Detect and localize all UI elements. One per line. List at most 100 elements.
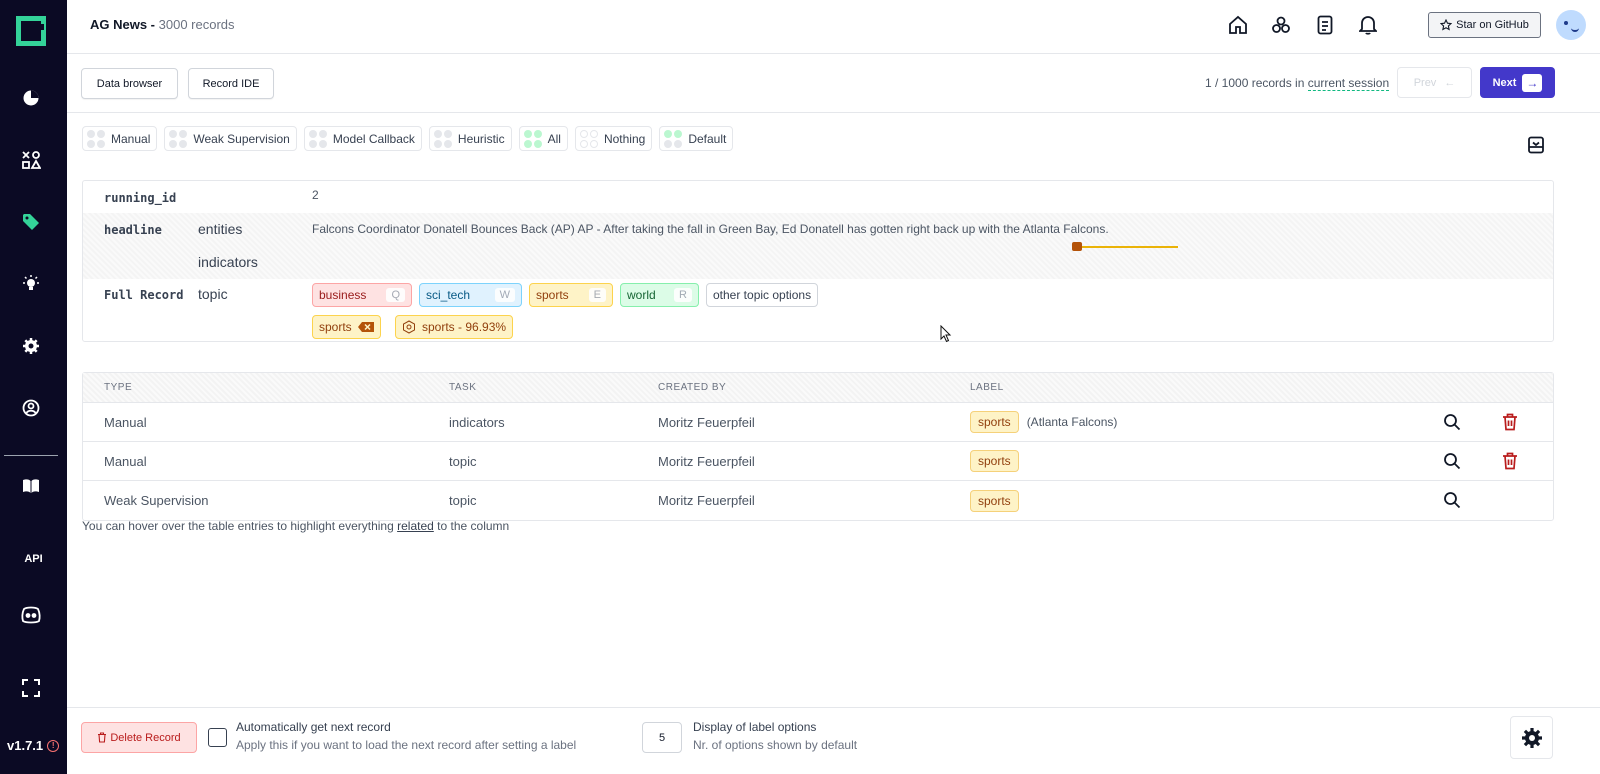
filter-chip[interactable]: Manual	[82, 126, 158, 151]
topic-option-label: sports	[536, 288, 569, 302]
cell-type: Weak Supervision	[104, 493, 209, 508]
trash-icon	[98, 732, 107, 743]
cell-created-by: Moritz Feuerpfeil	[658, 453, 755, 469]
model-icon	[403, 320, 415, 334]
user-circle-icon[interactable]	[19, 396, 43, 420]
current-session-link[interactable]: current session	[1307, 76, 1390, 91]
avatar[interactable]	[1556, 10, 1586, 40]
hotkey-badge: R	[674, 288, 692, 302]
tag-icon[interactable]	[19, 210, 43, 234]
other-topic-options-button[interactable]: other topic options	[706, 283, 819, 307]
table-header: TYPE TASK CREATED BY LABEL	[83, 373, 1553, 403]
search-icon[interactable]	[1442, 451, 1462, 471]
source-dots-icon	[169, 129, 188, 148]
top-bar: AG News - 3000 records Star on GitHub	[67, 0, 1600, 54]
header-type: TYPE	[104, 382, 133, 393]
filter-chip[interactable]: Nothing	[574, 126, 653, 151]
prev-label: Prev	[1413, 76, 1437, 89]
sidebar: API v1.7.1 !	[0, 0, 67, 774]
cell-type: Manual	[104, 453, 147, 469]
label-badge: sports	[970, 450, 1019, 472]
auto-next-title: Automatically get next record	[236, 720, 391, 734]
source-dots-icon	[433, 129, 452, 148]
version-label: v1.7.1 !	[7, 738, 60, 753]
cell-label: sports	[970, 442, 1019, 480]
filter-chip-label: Nothing	[603, 131, 646, 146]
span-annotation-marker[interactable]	[1072, 242, 1178, 251]
hint-related-link[interactable]: related	[397, 519, 434, 533]
hint-before: You can hover over the table entries to …	[82, 519, 394, 533]
set-label-chip[interactable]: sports	[312, 315, 381, 339]
source-dots-icon	[87, 129, 105, 148]
headline-text[interactable]: Falcons Coordinator Donatell Bounces Bac…	[312, 222, 1532, 236]
star-label: Star on GitHub	[1456, 19, 1529, 31]
topic-option-world[interactable]: world R	[620, 283, 699, 307]
shapes-icon[interactable]	[19, 148, 43, 172]
bulb-icon[interactable]	[19, 272, 43, 296]
label-options-count-input[interactable]: 5	[642, 722, 682, 753]
data-browser-button[interactable]: Data browser	[81, 68, 178, 99]
label-badge: sports	[970, 489, 1019, 512]
logo[interactable]	[16, 16, 46, 46]
pie-chart-icon[interactable]	[19, 86, 43, 110]
cell-created-by: Moritz Feuerpfeil	[658, 414, 755, 430]
fullscreen-icon[interactable]	[19, 676, 43, 700]
bell-icon[interactable]	[1357, 14, 1379, 36]
remove-label-icon[interactable]	[357, 322, 374, 332]
search-icon[interactable]	[1442, 490, 1462, 510]
header-task: TASK	[449, 382, 477, 393]
record-ide-button[interactable]: Record IDE	[188, 68, 274, 99]
book-icon[interactable]	[19, 474, 43, 498]
discord-icon[interactable]	[19, 603, 43, 627]
topic-option-sports[interactable]: sports E	[529, 283, 613, 307]
next-button[interactable]: Next →	[1480, 67, 1555, 98]
filter-chip[interactable]: Default	[659, 126, 734, 151]
prev-button[interactable]: Prev ←	[1397, 67, 1472, 98]
topic-option-sci-tech[interactable]: sci_tech W	[419, 283, 522, 307]
table-row[interactable]: Manual indicators Moritz Feuerpfeil sports (…	[83, 403, 1553, 442]
header-label: LABEL	[970, 382, 1004, 393]
cell-type: Manual	[104, 414, 147, 430]
headline-key: headline	[104, 223, 162, 237]
prediction-chip[interactable]: sports - 96.93%	[395, 315, 514, 339]
trash-icon[interactable]	[1500, 451, 1520, 471]
star-on-github-button[interactable]: Star on GitHub	[1428, 12, 1541, 38]
filter-chip[interactable]: All	[518, 126, 568, 151]
topic-option-label: sci_tech	[426, 288, 471, 302]
hotkey-badge: Q	[386, 288, 405, 302]
label-table: TYPE TASK CREATED BY LABEL Manual indicat…	[82, 372, 1554, 521]
task-indicators: indicators	[198, 254, 258, 270]
session-prefix: 1 / 1000 records in	[1205, 76, 1305, 90]
settings-icon[interactable]	[19, 334, 43, 358]
cell-task: topic	[449, 453, 477, 469]
community-icon[interactable]	[1270, 14, 1292, 36]
source-dots-icon	[523, 129, 542, 148]
filter-chip[interactable]: Model Callback	[303, 126, 422, 151]
trash-icon[interactable]	[1500, 412, 1520, 432]
settings-button[interactable]	[1510, 716, 1553, 759]
topic-option-business[interactable]: business Q	[312, 283, 412, 307]
collapse-icon[interactable]	[1525, 134, 1547, 156]
auto-next-checkbox[interactable]	[208, 728, 227, 747]
topic-option-label: business	[319, 288, 367, 302]
search-icon[interactable]	[1442, 412, 1462, 432]
source-dots-icon	[308, 129, 327, 148]
app-root: API v1.7.1 ! AG News - 3000 records Star…	[0, 0, 1600, 774]
delete-label: Delete Record	[110, 731, 181, 744]
mouse-cursor-icon	[940, 325, 952, 343]
star-icon	[1440, 19, 1453, 31]
filter-chip-label: Weak Supervision	[193, 131, 290, 146]
full-record-key: Full Record	[104, 288, 184, 302]
table-row[interactable]: Weak Supervision topic Moritz Feuerpfeil sp…	[83, 481, 1553, 520]
next-label: Next	[1492, 76, 1517, 89]
display-options-desc: Nr. of options shown by default	[693, 738, 858, 752]
api-link[interactable]: API	[0, 553, 67, 565]
info-icon[interactable]: !	[47, 739, 60, 752]
filter-chip[interactable]: Heuristic	[428, 126, 512, 151]
table-row[interactable]: Manual topic Moritz Feuerpfeil sports	[83, 442, 1553, 481]
home-icon[interactable]	[1227, 14, 1249, 36]
document-icon[interactable]	[1314, 14, 1336, 36]
cell-task: topic	[449, 493, 477, 508]
delete-record-button[interactable]: Delete Record	[81, 722, 197, 753]
filter-chip[interactable]: Weak Supervision	[164, 126, 297, 151]
